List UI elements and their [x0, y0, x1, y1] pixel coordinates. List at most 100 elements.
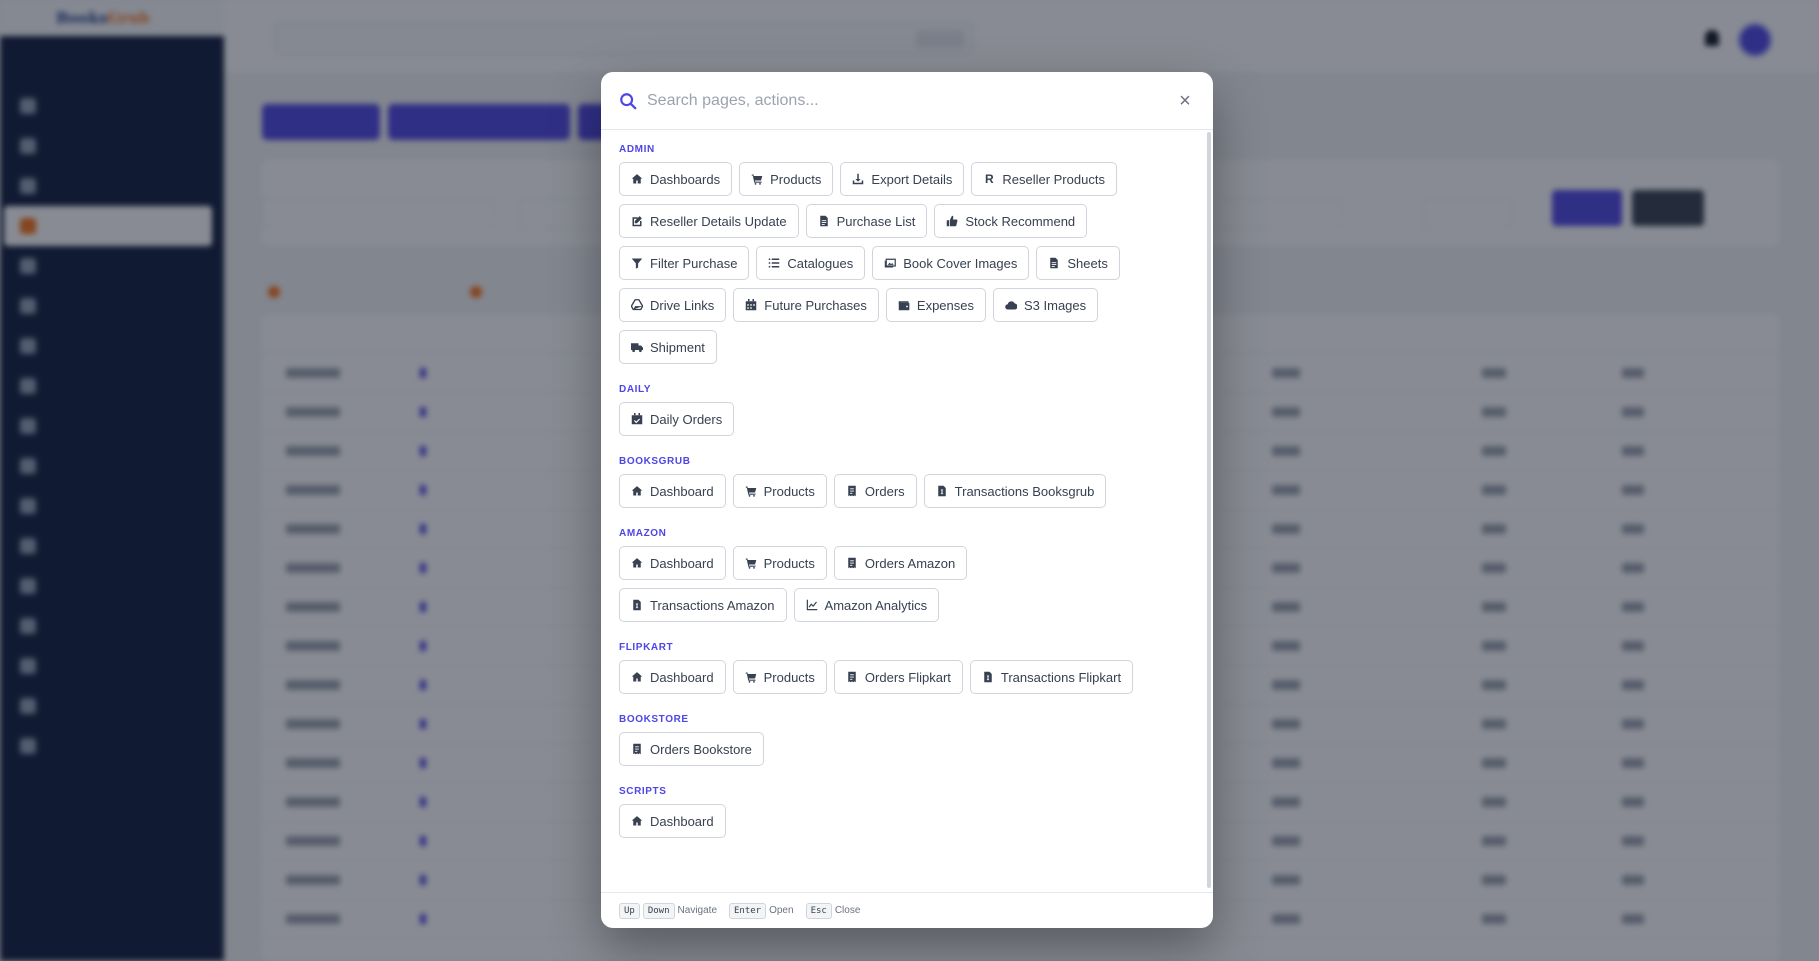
cart-icon: [745, 486, 756, 497]
chart-line-icon: [806, 599, 817, 611]
command-item[interactable]: Dashboards: [619, 162, 733, 196]
command-item[interactable]: Daily Orders: [619, 402, 735, 436]
command-item[interactable]: Products: [732, 660, 827, 694]
command-item[interactable]: Orders Flipkart: [833, 660, 963, 694]
navigate-label: Navigate: [677, 905, 717, 916]
cloud-icon: [1005, 301, 1017, 310]
command-item[interactable]: Purchase List: [805, 204, 928, 238]
calendar-icon: [746, 299, 757, 311]
command-item[interactable]: Dashboard: [619, 804, 726, 838]
home-icon: [631, 558, 643, 568]
command-item-label: Future Purchases: [764, 297, 867, 313]
command-item[interactable]: Amazon Analytics: [793, 588, 940, 622]
home-icon: [631, 672, 643, 682]
navigate-hint: Up Down Navigate: [619, 902, 717, 919]
list-icon: [769, 258, 780, 268]
command-item-label: Orders: [864, 483, 905, 499]
command-item-label: Transactions Amazon: [650, 597, 775, 613]
command-item[interactable]: Catalogues: [756, 246, 866, 280]
receipt-icon: [848, 671, 856, 683]
thumbs-up-icon: [947, 215, 958, 227]
command-item[interactable]: Dashboard: [619, 660, 726, 694]
down-key: Down: [642, 902, 675, 919]
command-item-label: Catalogues: [787, 255, 854, 271]
file-icon: [819, 215, 828, 227]
wallet-icon: [898, 301, 910, 311]
cart-icon: [745, 672, 756, 683]
command-item[interactable]: Drive Links: [619, 288, 727, 322]
command-item[interactable]: Export Details: [840, 162, 965, 196]
command-item-label: Expenses: [916, 297, 974, 313]
command-item-label: Dashboards: [650, 171, 721, 187]
group-items: Dashboard Products Orders Transactions Book…: [619, 474, 1139, 508]
command-item[interactable]: Reseller Details Update: [619, 204, 799, 238]
command-item-label: S3 Images: [1024, 297, 1087, 313]
home-icon: [631, 174, 643, 184]
command-groups: ADMIN Dashboards Products Export Details R Re…: [601, 130, 1213, 892]
command-search-input[interactable]: [647, 91, 1175, 110]
command-item[interactable]: R Reseller Products: [971, 162, 1117, 196]
esc-key: Esc: [805, 902, 832, 919]
truck-icon: [631, 343, 643, 353]
group-title: ADMIN: [619, 144, 655, 155]
command-item[interactable]: Future Purchases: [733, 288, 879, 322]
command-item-label: Sheets: [1067, 255, 1108, 271]
command-item-label: Drive Links: [650, 297, 715, 313]
file-invoice-icon: [984, 671, 992, 683]
group-items: Dashboard Products Orders Flipkart Transact…: [619, 660, 1139, 694]
r-letter-icon: R: [985, 172, 994, 186]
command-item[interactable]: Expenses: [885, 288, 986, 322]
command-item-label: Shipment: [650, 339, 705, 355]
command-item-label: Daily Orders: [650, 411, 723, 427]
command-item[interactable]: Book Cover Images: [872, 246, 1030, 280]
command-palette-modal: × ADMIN Dashboards Products Export Details R…: [601, 72, 1213, 928]
command-item-label: Reseller Details Update: [650, 213, 787, 229]
command-item-label: Transactions Flipkart: [1000, 669, 1122, 685]
command-item[interactable]: Transactions Flipkart: [969, 660, 1134, 694]
home-icon: [631, 486, 643, 496]
scrollbar[interactable]: [1207, 132, 1211, 888]
command-item-label: Stock Recommend: [965, 213, 1076, 229]
receipt-icon: [848, 485, 856, 497]
command-item[interactable]: Products: [732, 546, 827, 580]
group-title: SCRIPTS: [619, 786, 667, 797]
command-item[interactable]: Shipment: [619, 330, 717, 364]
close-label: Close: [834, 905, 861, 916]
command-item-label: Reseller Products: [1002, 171, 1105, 187]
command-item[interactable]: Products: [732, 474, 827, 508]
group-items: Dashboard Products Orders Amazon Transactio…: [619, 546, 1139, 622]
command-palette-footer: Up Down Navigate Enter Open Esc Close: [601, 892, 1213, 928]
open-hint: Enter Open: [729, 902, 794, 919]
group-title: FLIPKART: [619, 642, 674, 653]
images-icon: [884, 258, 897, 268]
command-item[interactable]: Filter Purchase: [619, 246, 750, 280]
command-item-label: Products: [763, 555, 815, 571]
command-item[interactable]: S3 Images: [993, 288, 1099, 322]
command-item[interactable]: Transactions Booksgrub: [923, 474, 1107, 508]
group-items: Daily Orders: [619, 402, 1139, 436]
command-item[interactable]: Sheets: [1036, 246, 1120, 280]
command-item-label: Orders Flipkart: [864, 669, 951, 685]
group-items: Dashboard: [619, 804, 1139, 838]
file-invoice-icon: [633, 599, 641, 611]
command-item[interactable]: Transactions Amazon: [619, 588, 787, 622]
close-icon[interactable]: ×: [1175, 91, 1195, 111]
cart-icon: [745, 558, 756, 569]
command-item[interactable]: Orders Amazon: [833, 546, 968, 580]
command-item-label: Transactions Booksgrub: [954, 483, 1095, 499]
download-icon: [853, 173, 864, 185]
command-item[interactable]: Dashboard: [619, 474, 726, 508]
command-item-label: Dashboard: [650, 813, 714, 829]
group-title: BOOKSGRUB: [619, 456, 691, 467]
search-icon: [620, 92, 637, 109]
open-label: Open: [769, 905, 794, 916]
command-item-label: Products: [763, 669, 815, 685]
command-item[interactable]: Products: [739, 162, 834, 196]
command-item[interactable]: Orders: [833, 474, 917, 508]
calendar-check-icon: [631, 413, 643, 425]
command-item[interactable]: Orders Bookstore: [619, 732, 764, 766]
command-item[interactable]: Dashboard: [619, 546, 726, 580]
enter-key: Enter: [729, 902, 767, 919]
command-item[interactable]: Stock Recommend: [934, 204, 1088, 238]
receipt-icon: [848, 557, 856, 569]
